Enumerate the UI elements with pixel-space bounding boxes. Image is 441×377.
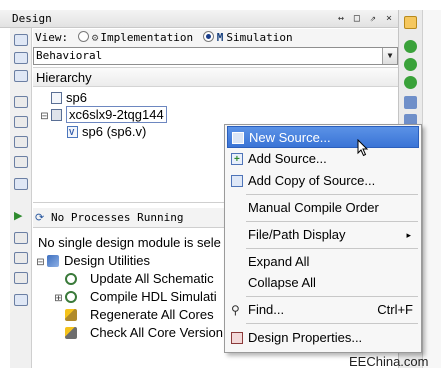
- view-tool-icon[interactable]: [14, 178, 28, 190]
- process-tool-icon-4[interactable]: [14, 294, 28, 306]
- wand-icon: [65, 327, 77, 339]
- new-source-tool-icon[interactable]: [14, 34, 28, 46]
- processes-status: No Processes Running: [51, 211, 184, 224]
- panel-title: Design: [12, 12, 52, 25]
- collapse-minus-icon[interactable]: ⊟: [36, 254, 45, 272]
- menu-item-file-path-display[interactable]: File/Path Display ▸: [227, 224, 419, 246]
- menu-item-label: Find...: [248, 302, 285, 317]
- behavior-select[interactable]: Behavioral ▼: [33, 47, 398, 65]
- window-icon[interactable]: [404, 96, 417, 109]
- menu-item-label: Expand All: [248, 254, 310, 269]
- process-item-compile-hdl[interactable]: ⊞ Compile HDL Simulati: [54, 288, 217, 306]
- menu-item-label: Add Source...: [248, 151, 327, 166]
- process-item-update-schematic[interactable]: Update All Schematic: [54, 270, 214, 288]
- chip-icon: [51, 109, 62, 121]
- menu-item-label: New Source...: [249, 130, 331, 145]
- submenu-arrow-icon: ▸: [406, 230, 411, 240]
- tree-item-label: sp6: [66, 90, 87, 105]
- left-toolbar: ▶: [10, 28, 32, 368]
- menu-item-expand-all[interactable]: Expand All: [227, 251, 419, 273]
- process-label: Check All Core Version: [90, 325, 223, 340]
- project-file-icon: [51, 92, 62, 104]
- home-icon[interactable]: [404, 16, 417, 29]
- remove-tool-icon[interactable]: [14, 156, 28, 168]
- new-source-icon: [232, 132, 244, 144]
- process-label: Compile HDL Simulati: [90, 289, 217, 304]
- library-tool-icon[interactable]: [14, 116, 28, 128]
- back-icon[interactable]: [404, 40, 417, 53]
- run-process-icon: [65, 273, 77, 285]
- view-label: View:: [35, 31, 69, 44]
- design-panel-title-bar: Design ↔ □ ⇗ ×: [0, 10, 398, 28]
- menu-item-manual-compile-order[interactable]: Manual Compile Order: [227, 197, 419, 219]
- tree-item-label: xc6slx9-2tqg144: [66, 106, 167, 123]
- menu-item-collapse-all[interactable]: Collapse All: [227, 272, 419, 294]
- panel-window-controls[interactable]: ↔ □ ⇗ ×: [338, 10, 394, 28]
- menu-separator: [246, 248, 418, 249]
- process-tool-icon-2[interactable]: [14, 252, 28, 264]
- menu-separator: [246, 221, 418, 222]
- process-item-check-core-version[interactable]: Check All Core Version: [54, 324, 223, 342]
- binoculars-icon: ⚲: [231, 303, 240, 317]
- context-menu: New Source... Add Source... Add Copy of …: [224, 124, 422, 353]
- utilities-icon: [47, 255, 59, 267]
- run-process-icon: [65, 291, 77, 303]
- process-tool-icon-1[interactable]: [14, 232, 28, 244]
- menu-item-find[interactable]: ⚲ Find... Ctrl+F: [227, 299, 419, 321]
- behavior-select-value: Behavioral: [36, 49, 103, 62]
- collapse-minus-icon[interactable]: ⊟: [40, 108, 49, 126]
- verilog-file-icon: [67, 124, 78, 142]
- simulation-label[interactable]: Simulation: [226, 31, 292, 44]
- menu-item-add-source[interactable]: Add Source...: [227, 148, 419, 171]
- chevron-down-icon[interactable]: ▼: [382, 48, 397, 64]
- processes-message: No single design module is sele: [38, 235, 221, 250]
- view-selector-row: View: ⚙ Implementation M Simulation: [33, 29, 398, 47]
- process-item-regenerate-cores[interactable]: Regenerate All Cores: [54, 306, 214, 324]
- refresh-icon[interactable]: [404, 76, 417, 89]
- add-source-icon: [231, 149, 243, 171]
- process-label: Regenerate All Cores: [90, 307, 214, 322]
- menu-item-add-copy-of-source[interactable]: Add Copy of Source...: [227, 170, 419, 192]
- gear-icon: ⚙: [91, 31, 99, 44]
- menu-item-label: Add Copy of Source...: [248, 173, 376, 188]
- run-play-icon[interactable]: ▶: [14, 210, 28, 222]
- menu-item-label: File/Path Display: [248, 227, 346, 242]
- tree-item-project[interactable]: sp6: [40, 89, 87, 107]
- simulation-radio[interactable]: [202, 31, 214, 42]
- menu-item-design-properties[interactable]: Design Properties...: [227, 327, 419, 349]
- processes-refresh-icon: ⟳: [35, 211, 45, 224]
- simulation-m-icon: M: [216, 31, 224, 44]
- process-tool-icon-3[interactable]: [14, 272, 28, 284]
- menu-item-new-source[interactable]: New Source...: [227, 126, 419, 148]
- menu-shortcut: Ctrl+F: [377, 302, 413, 317]
- tree-item-module[interactable]: sp6 (sp6.v): [56, 123, 147, 142]
- hierarchy-tool-icon[interactable]: [14, 96, 28, 108]
- process-label: Update All Schematic: [90, 271, 214, 286]
- menu-item-label: Manual Compile Order: [248, 200, 379, 215]
- implementation-radio[interactable]: [77, 31, 89, 42]
- add-source-tool-icon[interactable]: [14, 52, 28, 64]
- properties-icon: [231, 332, 243, 344]
- menu-separator: [246, 323, 418, 324]
- watermark: EEChina.com: [349, 354, 429, 369]
- hierarchy-header: Hierarchy: [33, 67, 398, 87]
- menu-separator: [246, 296, 418, 297]
- tree-item-label: sp6 (sp6.v): [82, 124, 147, 139]
- implementation-label[interactable]: Implementation: [100, 31, 193, 44]
- tree-item-device[interactable]: ⊟ xc6slx9-2tqg144: [40, 106, 167, 124]
- menu-separator: [246, 194, 418, 195]
- editor-edge: [422, 10, 441, 368]
- properties-tool-icon[interactable]: [14, 136, 28, 148]
- add-copy-icon: [231, 175, 243, 187]
- forward-icon[interactable]: [404, 58, 417, 71]
- menu-item-label: Collapse All: [248, 275, 316, 290]
- process-label: Design Utilities: [64, 253, 150, 268]
- mouse-cursor-icon: [357, 139, 369, 157]
- process-item-design-utilities[interactable]: ⊟ Design Utilities: [36, 252, 150, 270]
- add-copy-tool-icon[interactable]: [14, 70, 28, 82]
- menu-item-label: Design Properties...: [248, 330, 363, 345]
- wand-icon: [65, 309, 77, 321]
